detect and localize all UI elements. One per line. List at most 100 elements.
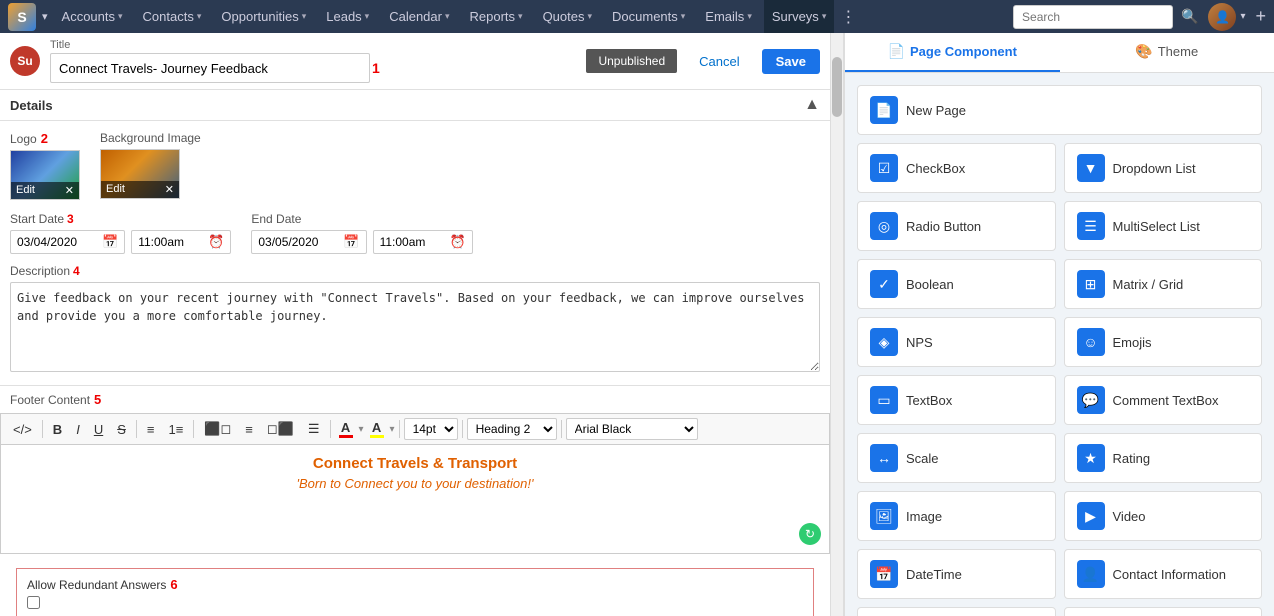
unordered-list-button[interactable]: ≡ <box>141 419 161 440</box>
chevron-down-icon: ▾ <box>365 11 370 22</box>
component-datetime-button[interactable]: 📅 DateTime <box>857 549 1056 599</box>
cancel-button[interactable]: Cancel <box>687 49 751 74</box>
toolbar-separator <box>399 420 400 438</box>
component-multiselect-button[interactable]: ☰ MultiSelect List <box>1064 201 1263 251</box>
ordered-list-button[interactable]: 1≡ <box>162 419 189 440</box>
start-time-input[interactable] <box>138 235 208 249</box>
end-date-label: End Date <box>251 212 301 226</box>
component-radio-button[interactable]: ◎ Radio Button <box>857 201 1056 251</box>
align-left-button[interactable]: ⬛◻ <box>198 418 237 440</box>
source-button[interactable]: </> <box>7 419 38 440</box>
refresh-button[interactable]: ↻ <box>799 523 821 545</box>
end-time-input-wrapper[interactable]: ⏰ <box>373 230 473 254</box>
component-scale-button[interactable]: ↔ Scale <box>857 433 1056 483</box>
font-color-chevron[interactable]: ▾ <box>359 424 364 435</box>
clock-icon[interactable]: ⏰ <box>208 234 224 250</box>
bg-edit-bar[interactable]: Edit ✕ <box>101 181 179 198</box>
end-date-input[interactable] <box>258 235 343 249</box>
component-emojis-button[interactable]: ☺ Emojis <box>1064 317 1263 367</box>
radio-icon: ◎ <box>870 212 898 240</box>
clock-icon[interactable]: ⏰ <box>450 234 466 250</box>
section-toggle-icon[interactable]: ▲ <box>804 96 820 114</box>
tab-theme[interactable]: 🎨 Theme <box>1060 33 1274 72</box>
nav-item-contacts[interactable]: Contacts ▾ <box>135 0 210 33</box>
search-input[interactable] <box>1013 5 1173 29</box>
app-logo[interactable]: S <box>8 3 36 31</box>
more-options-icon[interactable]: ⋮ <box>840 7 856 27</box>
nav-item-reports[interactable]: Reports ▾ <box>462 0 531 33</box>
editor-content[interactable]: Connect Travels & Transport 'Born to Con… <box>0 444 830 554</box>
allow-redundant-section: Allow Redundant Answers 6 <box>0 554 830 616</box>
user-avatar[interactable]: 👤 <box>1208 3 1236 31</box>
align-center-button[interactable]: ≡ <box>239 419 259 440</box>
nav-item-emails[interactable]: Emails ▾ <box>697 0 760 33</box>
new-page-button[interactable]: 📄 New Page <box>857 85 1262 135</box>
add-button[interactable]: + <box>1255 6 1266 27</box>
nav-item-leads[interactable]: Leads ▾ <box>318 0 377 33</box>
component-video-button[interactable]: ▶ Video <box>1064 491 1263 541</box>
component-textbox-button[interactable]: ▭ TextBox <box>857 375 1056 425</box>
nav-item-documents[interactable]: Documents ▾ <box>604 0 693 33</box>
component-richtextbox-button[interactable]: 📄 Rich TextBox <box>857 607 1056 616</box>
component-checkbox-button[interactable]: ☑ CheckBox <box>857 143 1056 193</box>
dates-row: Start Date 3 📅 ⏰ <box>10 212 820 254</box>
nav-item-calendar[interactable]: Calendar ▾ <box>381 0 457 33</box>
component-comment-button[interactable]: 💬 Comment TextBox <box>1064 375 1263 425</box>
nav-item-accounts[interactable]: Accounts ▾ <box>54 0 131 33</box>
component-image-button[interactable]: 🖼 Image <box>857 491 1056 541</box>
vertical-scrollbar[interactable] <box>830 33 844 616</box>
toolbar-separator <box>42 420 43 438</box>
bg-image-label: Background Image <box>100 131 201 145</box>
page-component-icon: 📄 <box>888 43 905 60</box>
start-date-input-wrapper[interactable]: 📅 <box>10 230 125 254</box>
allow-redundant-box: Allow Redundant Answers 6 <box>16 568 814 616</box>
unpublish-button[interactable]: Unpublished <box>586 49 677 73</box>
main-container: Su Title 1 Unpublished Cancel Save Detai… <box>0 33 1274 616</box>
survey-title-input[interactable] <box>50 53 370 83</box>
end-time-input[interactable] <box>380 235 450 249</box>
font-color-button[interactable]: A <box>335 418 357 440</box>
start-date-input[interactable] <box>17 235 102 249</box>
end-date-group: End Date 📅 ⏰ <box>251 212 472 254</box>
toolbar-separator <box>330 420 331 438</box>
highlight-color-chevron[interactable]: ▾ <box>390 424 395 435</box>
component-attachment-button[interactable]: 📎 Attachment <box>1064 607 1263 616</box>
bg-close-icon[interactable]: ✕ <box>165 183 174 196</box>
chevron-down-icon: ▾ <box>302 11 307 22</box>
strikethrough-button[interactable]: S <box>111 419 132 440</box>
bold-button[interactable]: B <box>47 419 68 440</box>
component-nps-button[interactable]: ◈ NPS <box>857 317 1056 367</box>
component-contact-button[interactable]: 👤 Contact Information <box>1064 549 1263 599</box>
right-panel: 📄 Page Component 🎨 Theme 📄 New Page ☑ Ch… <box>844 33 1274 616</box>
justify-button[interactable]: ☰ <box>302 418 326 440</box>
font-size-select[interactable]: 14pt10pt12pt16pt18pt <box>404 418 458 440</box>
nav-item-surveys[interactable]: Surveys ▾ <box>764 0 835 33</box>
align-right-button[interactable]: ◻⬛ <box>261 418 300 440</box>
nav-item-quotes[interactable]: Quotes ▾ <box>535 0 600 33</box>
heading-select[interactable]: Heading 2Heading 1Heading 3Normal <box>467 418 557 440</box>
component-rating-button[interactable]: ★ Rating <box>1064 433 1263 483</box>
footer-num-marker: 5 <box>94 392 101 407</box>
logo-edit-bar[interactable]: Edit ✕ <box>11 182 79 199</box>
tab-page-component[interactable]: 📄 Page Component <box>845 33 1060 72</box>
allow-redundant-checkbox[interactable] <box>27 596 40 609</box>
calendar-icon[interactable]: 📅 <box>102 234 118 250</box>
italic-button[interactable]: I <box>70 419 86 440</box>
component-matrix-button[interactable]: ⊞ Matrix / Grid <box>1064 259 1263 309</box>
save-button[interactable]: Save <box>762 49 820 74</box>
bg-image-block: Background Image Edit ✕ <box>100 131 201 200</box>
start-time-input-wrapper[interactable]: ⏰ <box>131 230 231 254</box>
title-bar: Su Title 1 Unpublished Cancel Save <box>0 33 830 90</box>
nav-item-opportunities[interactable]: Opportunities ▾ <box>213 0 314 33</box>
description-textarea[interactable]: Give feedback on your recent journey wit… <box>10 282 820 372</box>
component-dropdown-button[interactable]: ▼ Dropdown List <box>1064 143 1263 193</box>
search-icon[interactable]: 🔍 <box>1181 8 1198 25</box>
font-family-select[interactable]: Arial BlackArialTimes New Roman <box>566 418 698 440</box>
nps-icon: ◈ <box>870 328 898 356</box>
component-boolean-button[interactable]: ✓ Boolean <box>857 259 1056 309</box>
logo-close-icon[interactable]: ✕ <box>65 184 74 197</box>
calendar-icon[interactable]: 📅 <box>343 234 359 250</box>
end-date-input-wrapper[interactable]: 📅 <box>251 230 366 254</box>
underline-button[interactable]: U <box>88 419 109 440</box>
highlight-color-button[interactable]: A <box>366 418 388 440</box>
